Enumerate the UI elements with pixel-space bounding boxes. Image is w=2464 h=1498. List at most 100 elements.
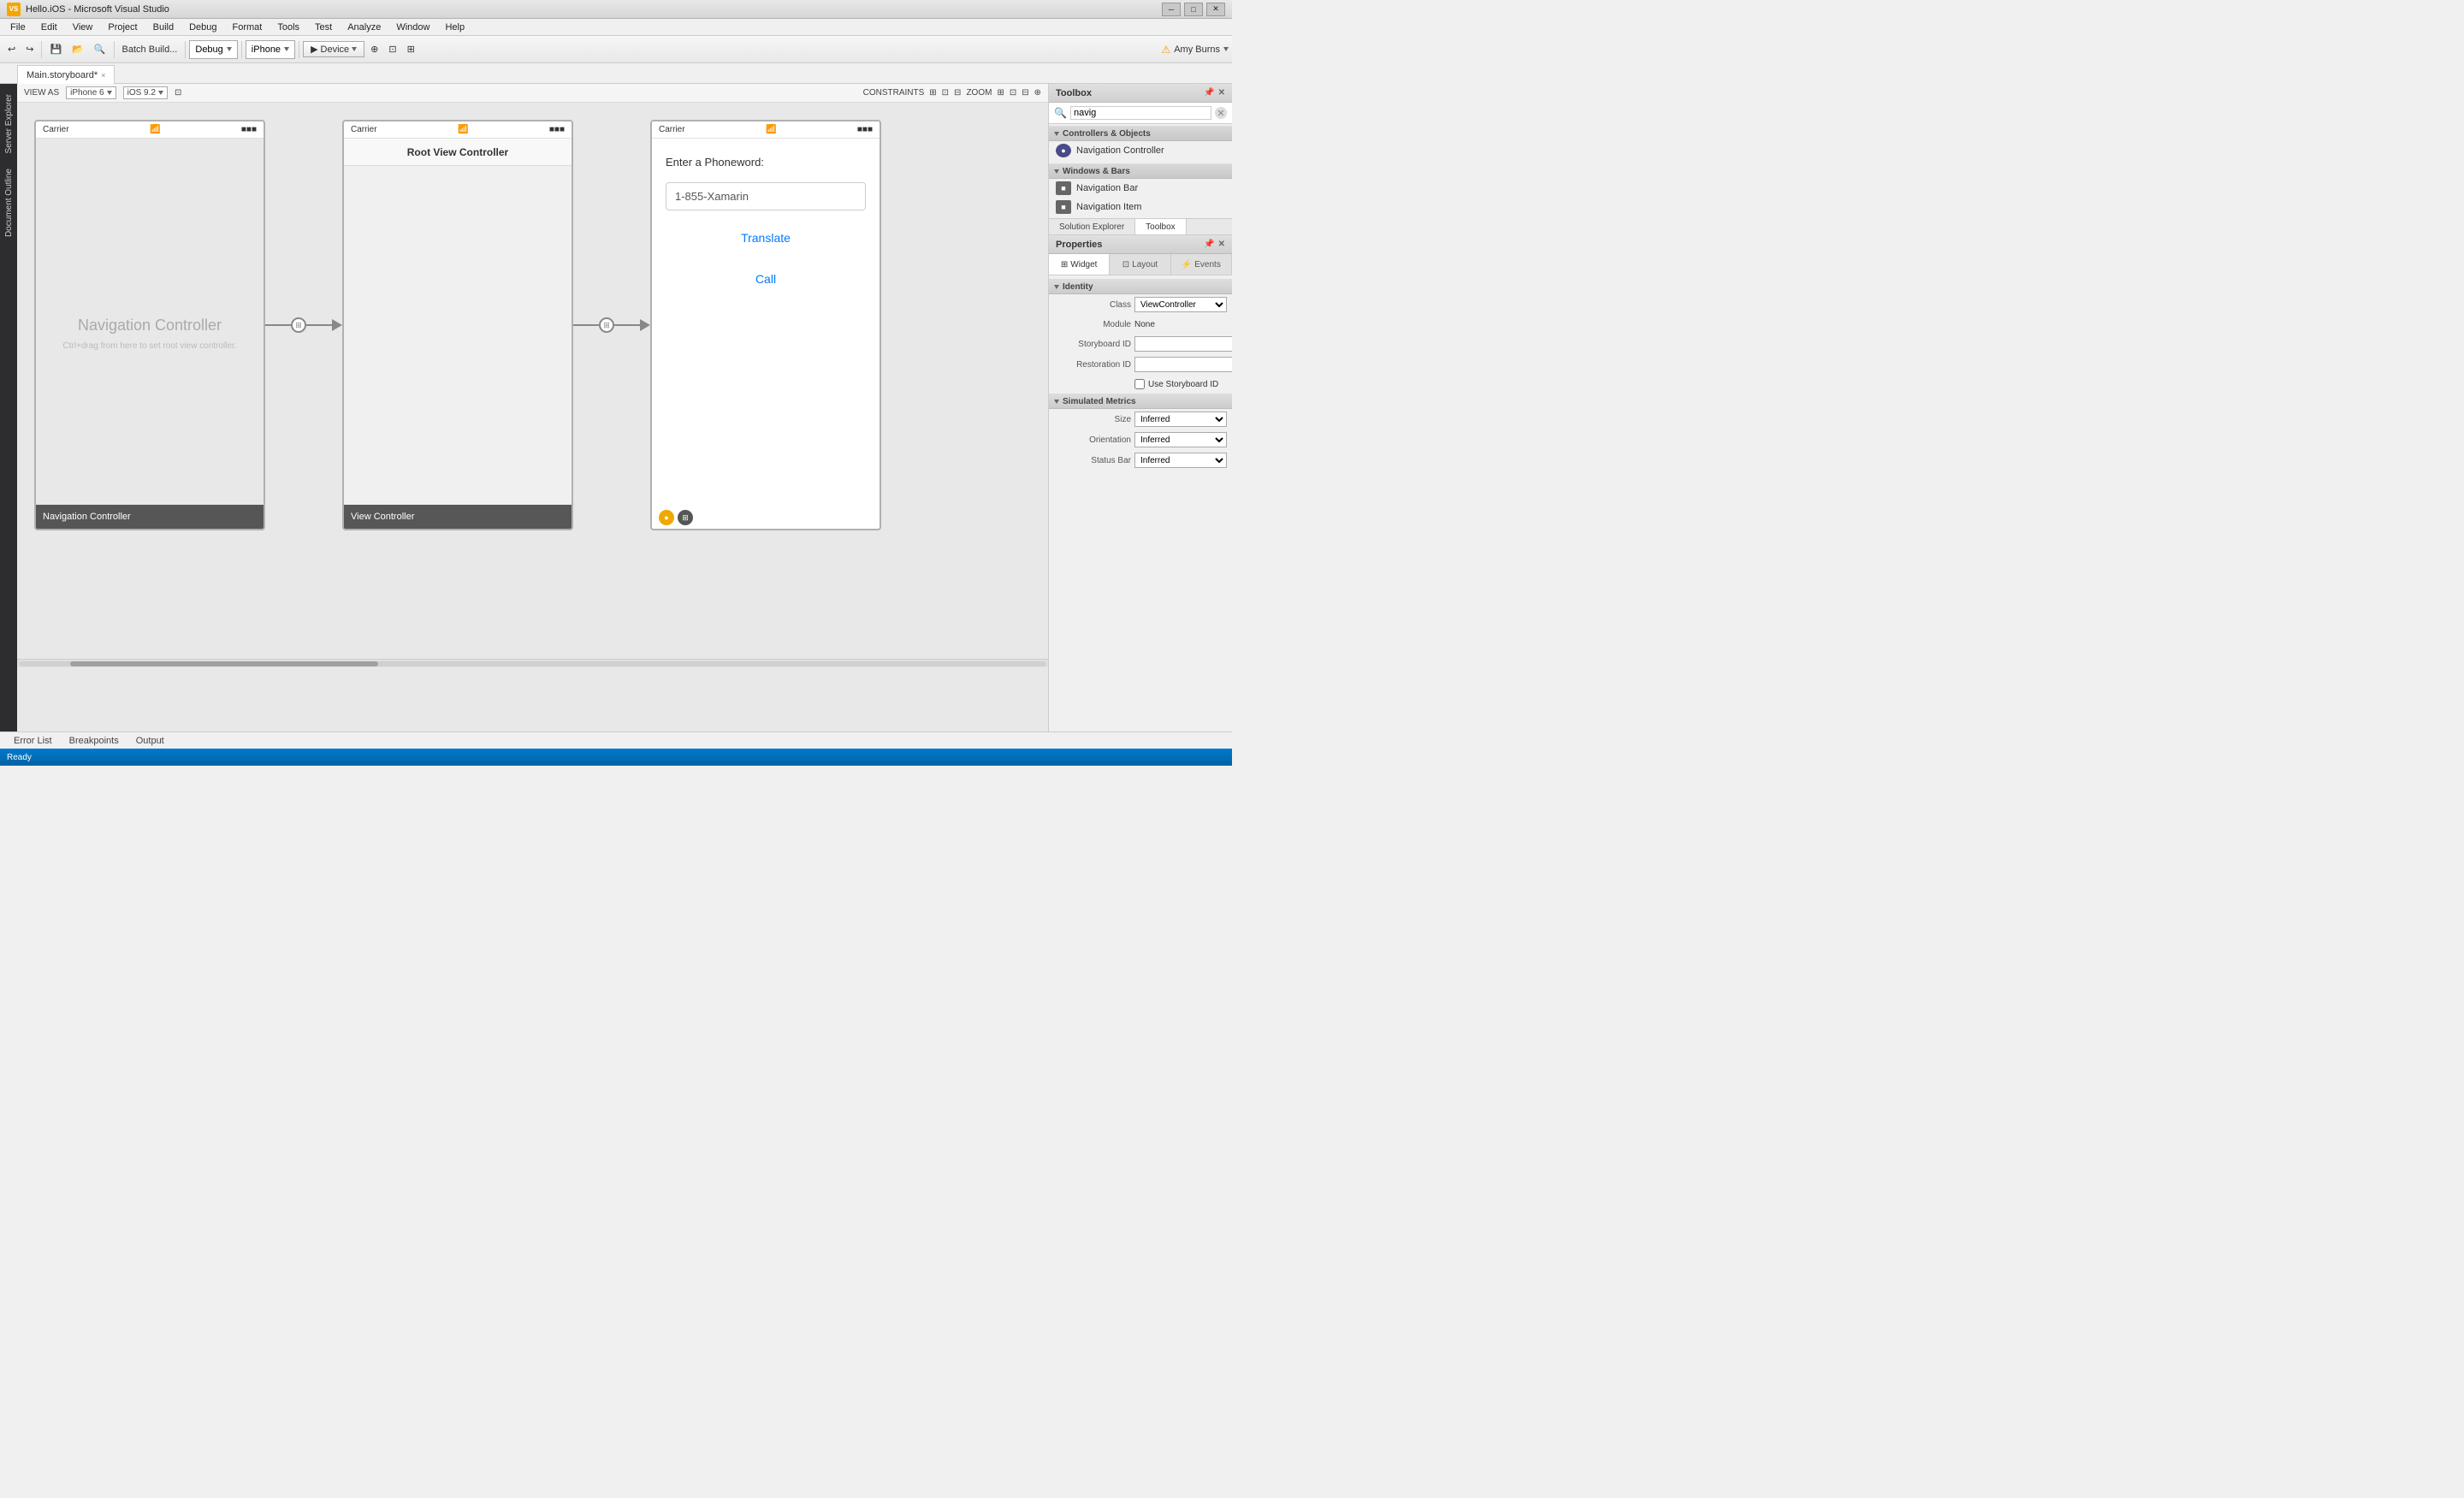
simulated-metrics-section-label: Simulated Metrics [1063, 397, 1136, 406]
document-outline-tab[interactable]: Document Outline [1, 162, 17, 244]
window-controls: ─ □ ✕ [1162, 3, 1225, 16]
constraint-btn-1[interactable]: ⊞ [929, 88, 936, 98]
scene1-wifi-icon: 📶 [150, 125, 160, 134]
run-device-button[interactable]: ▶ Device [303, 41, 364, 57]
maximize-button[interactable]: □ [1184, 3, 1203, 16]
status-bar-select[interactable]: Inferred [1134, 453, 1227, 468]
menu-item-help[interactable]: Help [438, 21, 471, 34]
properties-pin-icon[interactable]: 📌 [1204, 240, 1214, 249]
zoom-btn-3[interactable]: ⊟ [1022, 88, 1028, 98]
error-list-tab[interactable]: Error List [7, 732, 59, 749]
solution-explorer-tab[interactable]: Solution Explorer [1049, 219, 1135, 234]
orientation-select[interactable]: Inferred [1134, 432, 1227, 447]
layout-tab[interactable]: ⊡ Layout [1110, 254, 1170, 275]
close-button[interactable]: ✕ [1206, 3, 1225, 16]
batch-build-button[interactable]: Batch Build... [118, 39, 182, 60]
undo-button[interactable]: ↩ [3, 39, 20, 60]
iphone-dropdown-arrow [107, 91, 112, 95]
scene3-status-bar: Carrier 📶 ■■■ [652, 121, 880, 139]
debug-config-dropdown[interactable]: Debug [189, 40, 237, 59]
toolbar-icons-3[interactable]: ⊞ [403, 39, 419, 60]
storyboard-tab[interactable]: Main.storyboard* × [17, 65, 115, 84]
minimize-button[interactable]: ─ [1162, 3, 1181, 16]
section-label-windows: Windows & Bars [1063, 167, 1130, 176]
phoneword-textfield[interactable]: 1-855-Xamarin [666, 182, 866, 210]
breakpoints-tab[interactable]: Breakpoints [62, 732, 126, 749]
ios-version-dropdown[interactable]: iOS 9.2 [123, 86, 168, 99]
menu-item-debug[interactable]: Debug [182, 21, 223, 34]
menu-item-format[interactable]: Format [226, 21, 270, 34]
zoom-btn-2[interactable]: ⊡ [1010, 88, 1016, 98]
connector-1-inner: ⊞ [265, 317, 342, 333]
menu-item-view[interactable]: View [66, 21, 100, 34]
view-controller-frame-empty[interactable]: Carrier 📶 ■■■ Root View Controller View … [342, 120, 573, 530]
redo-button[interactable]: ↪ [21, 39, 38, 60]
properties-close-icon[interactable]: ✕ [1218, 240, 1225, 249]
properties-header-icons: 📌 ✕ [1204, 240, 1225, 249]
canvas-toolbar: VIEW AS iPhone 6 iOS 9.2 ⊡ CONSTRAINTS ⊞… [17, 84, 1048, 103]
size-select[interactable]: Inferred [1134, 412, 1227, 427]
iphone-size-dropdown[interactable]: iPhone 6 [66, 86, 116, 99]
orientation-icon[interactable]: ⊡ [175, 88, 181, 98]
menu-item-project[interactable]: Project [101, 21, 144, 34]
menu-item-analyze[interactable]: Analyze [341, 21, 388, 34]
toolbox-search-clear[interactable]: ✕ [1215, 107, 1227, 119]
scene3-carrier: Carrier [659, 125, 685, 134]
menu-item-test[interactable]: Test [308, 21, 339, 34]
toolbox-item-nav-controller[interactable]: ● Navigation Controller [1049, 141, 1232, 160]
view-controller-frame-content[interactable]: Carrier 📶 ■■■ Enter a Phoneword: 1-855-X… [650, 120, 881, 530]
simulated-metrics-collapse-icon [1054, 400, 1059, 404]
menu-item-edit[interactable]: Edit [34, 21, 64, 34]
widget-tab[interactable]: ⊞ Widget [1049, 254, 1110, 275]
menu-item-tools[interactable]: Tools [270, 21, 306, 34]
toolbar-icons-1[interactable]: ⊕ [366, 39, 382, 60]
toolbox-pin-icon[interactable]: 📌 [1204, 88, 1214, 98]
server-explorer-tab[interactable]: Server Explorer [1, 87, 17, 160]
connector-circle-1[interactable]: ⊞ [291, 317, 306, 333]
user-dropdown-arrow[interactable] [1223, 47, 1229, 51]
scene-icon-dark[interactable]: ⊞ [678, 510, 693, 525]
menu-item-build[interactable]: Build [146, 21, 181, 34]
translate-button[interactable]: Translate [666, 224, 866, 252]
toolbox-item-nav-item[interactable]: ■ Navigation Item [1049, 198, 1232, 216]
scene-navigation-controller: Carrier 📶 ■■■ Navigation Controller Ctrl… [34, 120, 265, 530]
toolbox-section-header-controllers: Controllers & Objects [1049, 126, 1232, 141]
events-tab[interactable]: ⚡ Events [1171, 254, 1232, 275]
horizontal-scrollbar[interactable] [17, 659, 1048, 667]
nav-controller-title: Navigation Controller [78, 317, 222, 335]
constraint-btn-3[interactable]: ⊟ [954, 88, 961, 98]
section-collapse-arrow-2 [1054, 169, 1059, 174]
scene2-carrier: Carrier [351, 125, 377, 134]
zoom-btn-4[interactable]: ⊕ [1034, 88, 1041, 98]
menu-item-file[interactable]: File [3, 21, 33, 34]
call-button[interactable]: Call [666, 265, 866, 293]
toolbox-tab-active[interactable]: Toolbox [1135, 219, 1186, 234]
constraint-btn-2[interactable]: ⊡ [942, 88, 949, 98]
output-tab[interactable]: Output [129, 732, 171, 749]
toolbox-item-nav-bar[interactable]: ■ Navigation Bar [1049, 179, 1232, 198]
properties-header: Properties 📌 ✕ [1049, 235, 1232, 254]
tab-close-button[interactable]: × [101, 71, 105, 80]
storyboard-id-input[interactable] [1134, 336, 1232, 352]
zoom-btn-1[interactable]: ⊞ [997, 88, 1004, 98]
toolbox-header-icons: 📌 ✕ [1204, 88, 1225, 98]
restoration-id-input[interactable] [1134, 357, 1232, 372]
nav-controller-frame[interactable]: Carrier 📶 ■■■ Navigation Controller Ctrl… [34, 120, 265, 530]
class-select[interactable]: ViewController [1134, 297, 1227, 312]
toolbox-close-icon[interactable]: ✕ [1218, 88, 1225, 98]
toolbar-icons-2[interactable]: ⊡ [384, 39, 400, 60]
toolbox-search-input[interactable] [1070, 106, 1211, 120]
toolbar-btn-2[interactable]: 📂 [68, 39, 88, 60]
menu-item-window[interactable]: Window [389, 21, 436, 34]
use-storyboard-checkbox[interactable] [1134, 379, 1145, 389]
connector-circle-2[interactable]: ⊞ [599, 317, 614, 333]
title-bar: VS Hello.iOS - Microsoft Visual Studio ─… [0, 0, 1232, 19]
connector-arrow-2 [640, 319, 650, 331]
scene1-status-bar: Carrier 📶 ■■■ [36, 121, 264, 139]
scene1-battery: ■■■ [241, 125, 257, 134]
iphone-dropdown[interactable]: iPhone [246, 40, 295, 59]
save-button[interactable]: 💾 [45, 39, 66, 60]
toolbar-btn-3[interactable]: 🔍 [90, 39, 110, 60]
scene-icon-yellow[interactable]: ● [659, 510, 674, 525]
module-label: Module [1054, 320, 1131, 329]
